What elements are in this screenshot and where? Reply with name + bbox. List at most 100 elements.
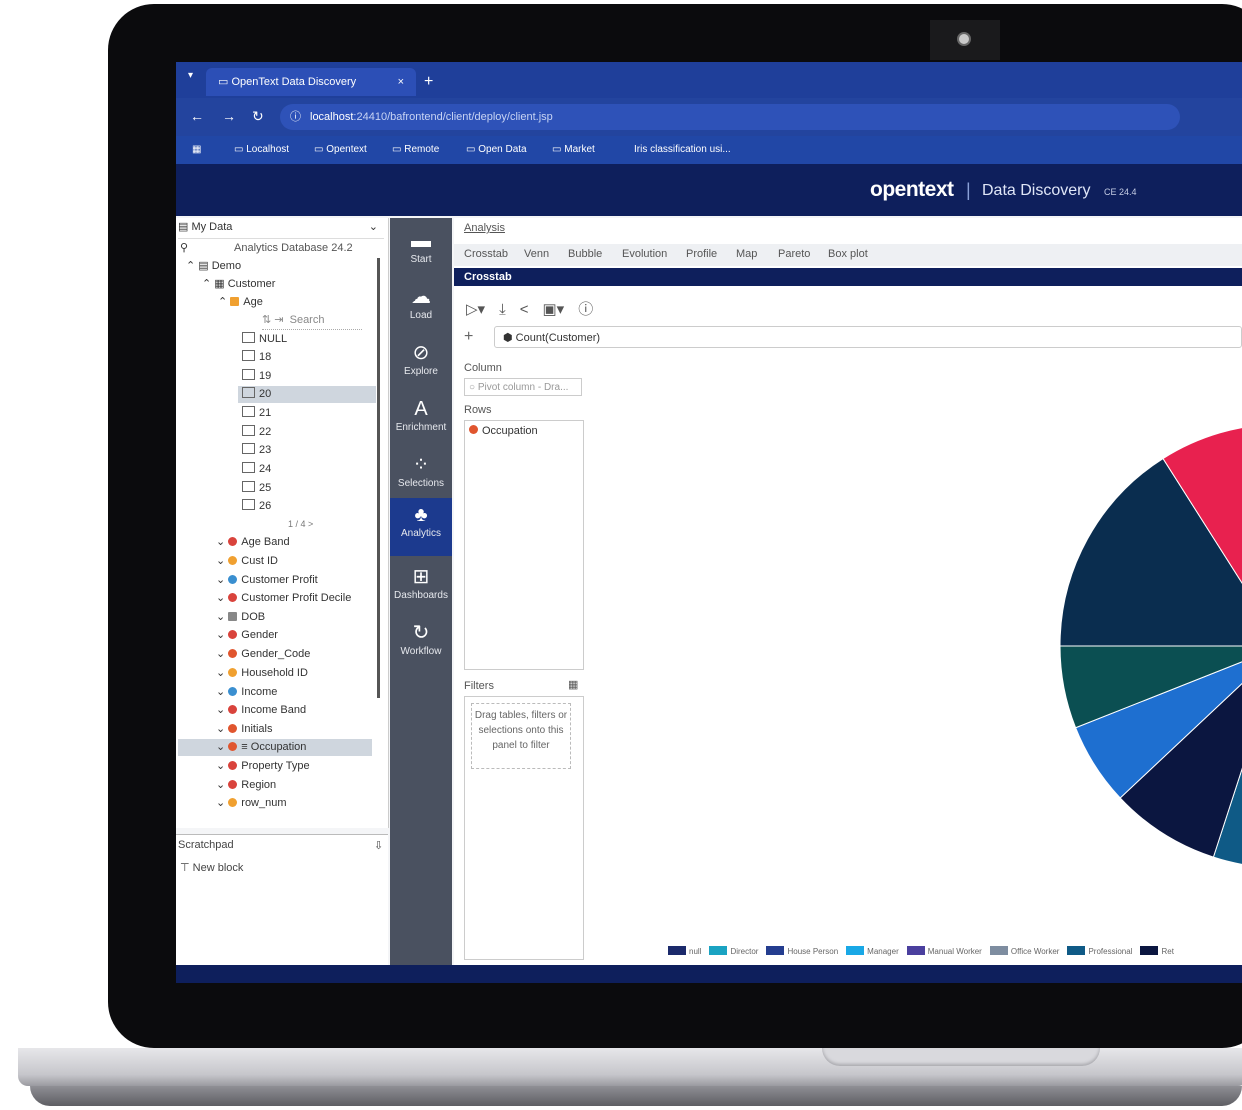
field-customer-profit-decile[interactable]: ⌄ Customer Profit Decile: [216, 590, 351, 607]
address-bar-row: ← → ↻ ⓘ localhost:24410/bafrontend/clien…: [176, 98, 1242, 136]
legend-item[interactable]: House Person: [766, 946, 838, 956]
info-icon[interactable]: ⓘ: [578, 301, 593, 318]
apps-grid-icon[interactable]: ▦: [192, 144, 201, 155]
search-icon[interactable]: ⚲: [180, 240, 188, 257]
value-search-input[interactable]: ⇅ ⇥ Search: [262, 312, 362, 330]
my-data-dropdown[interactable]: ▤ My Data ⌄: [178, 220, 384, 239]
tree-node-demo[interactable]: ⌃ ▤ Demo: [186, 258, 241, 275]
value-row[interactable]: 26: [242, 498, 271, 515]
legend-label: Director: [730, 947, 759, 956]
nav-load[interactable]: ☁ Load: [390, 280, 452, 334]
value-row[interactable]: 19: [242, 368, 271, 385]
webcam: [930, 20, 1000, 60]
legend-item[interactable]: Office Worker: [989, 946, 1059, 956]
bookmark-remote[interactable]: ▭ Remote: [392, 144, 439, 155]
field-occupation-selected[interactable]: ⌄ ≡ Occupation: [178, 739, 372, 756]
forward-icon[interactable]: →: [222, 108, 236, 124]
site-info-icon[interactable]: ⓘ: [290, 104, 301, 130]
field-region[interactable]: ⌄ Region: [216, 777, 276, 794]
tab-profile[interactable]: Profile: [686, 248, 717, 260]
field-gender[interactable]: ⌄ Gender: [216, 627, 278, 644]
legend-swatch: [1140, 946, 1159, 955]
legend-item[interactable]: null: [668, 946, 701, 956]
field-cust-id[interactable]: ⌄ Cust ID: [216, 553, 278, 570]
download-icon[interactable]: ⤓: [499, 301, 506, 318]
filters-dropzone[interactable]: Drag tables, filters or selections onto …: [464, 696, 584, 960]
browser-tab[interactable]: ▭ OpenText Data Discovery ×: [206, 68, 416, 96]
field-initials[interactable]: ⌄ Initials: [216, 721, 272, 738]
nav-explore[interactable]: ⊘ Explore: [390, 336, 452, 390]
analytics-venn-icon: ♣: [414, 504, 428, 526]
tab-venn[interactable]: Venn: [524, 248, 549, 260]
brand-logo: opentext: [870, 178, 954, 201]
rows-dropzone[interactable]: Occupation: [464, 420, 584, 670]
field-property-type[interactable]: ⌄ Property Type: [216, 758, 310, 775]
nav-start[interactable]: ▬ Start: [390, 224, 452, 278]
nav-workflow[interactable]: ↻ Workflow: [390, 616, 452, 670]
add-measure-button[interactable]: +: [464, 328, 473, 346]
pin-icon[interactable]: ⇩: [374, 839, 383, 852]
tree-node-customer[interactable]: ⌃ ▦ Customer: [202, 276, 275, 293]
laptop-underside: [30, 1086, 1242, 1106]
share-icon[interactable]: <: [520, 301, 529, 318]
field-gender-code[interactable]: ⌄ Gender_Code: [216, 646, 310, 663]
tree-node-age[interactable]: ⌃ Age: [218, 294, 263, 311]
legend-swatch: [906, 946, 925, 955]
save-icon[interactable]: ▣▾: [542, 301, 564, 318]
legend-item[interactable]: Manual Worker: [906, 946, 982, 956]
nav-enrichment[interactable]: A Enrichment: [390, 392, 452, 446]
url-field[interactable]: ⓘ localhost:24410/bafrontend/client/depl…: [280, 104, 1180, 130]
field-row-num[interactable]: ⌄ row_num: [216, 795, 287, 812]
run-icon[interactable]: ▷▾: [466, 301, 485, 318]
tree-scrollbar[interactable]: [377, 258, 380, 698]
measure-chip[interactable]: ⬢ Count(Customer): [494, 326, 1242, 348]
filter-grid-icon[interactable]: ▦: [568, 678, 578, 691]
tab-crosstab[interactable]: Crosstab: [464, 248, 508, 260]
value-row[interactable]: 24: [242, 461, 271, 478]
new-block-button[interactable]: ⊤ New block: [180, 861, 243, 874]
tab-pareto[interactable]: Pareto: [778, 248, 810, 260]
legend-item[interactable]: Director: [709, 946, 759, 956]
value-row[interactable]: 22: [242, 424, 271, 441]
nav-selections[interactable]: ⁘ Selections: [390, 448, 452, 502]
field-customer-profit[interactable]: ⌄ Customer Profit: [216, 572, 318, 589]
analysis-title[interactable]: Analysis: [464, 222, 505, 234]
legend-item[interactable]: Professional: [1067, 946, 1132, 956]
field-income-band[interactable]: ⌄ Income Band: [216, 702, 306, 719]
column-label: Column: [464, 362, 502, 374]
tab-box-plot[interactable]: Box plot: [828, 248, 868, 260]
value-row[interactable]: 25: [242, 480, 271, 497]
field-dob[interactable]: ⌄ DOB: [216, 609, 265, 626]
bookmark-market[interactable]: ▭ Market: [552, 144, 595, 155]
nav-dashboards[interactable]: ⊞ Dashboards: [390, 560, 452, 614]
selections-icon: ⁘: [412, 454, 430, 476]
tab-evolution[interactable]: Evolution: [622, 248, 667, 260]
value-row[interactable]: NULL: [242, 331, 287, 348]
nav-analytics[interactable]: ♣ Analytics: [390, 498, 452, 556]
rows-label: Rows: [464, 404, 492, 416]
reload-icon[interactable]: ↻: [252, 108, 264, 125]
value-pager[interactable]: 1 / 4 >: [288, 516, 313, 533]
bookmark-opentext[interactable]: ▭ Opentext: [314, 144, 367, 155]
legend-item[interactable]: Ret: [1140, 946, 1174, 956]
tab-close-button[interactable]: ×: [398, 68, 404, 96]
legend-item[interactable]: Manager: [846, 946, 899, 956]
row-field-chip[interactable]: Occupation: [469, 425, 538, 437]
back-icon[interactable]: ←: [190, 108, 204, 124]
field-age-band[interactable]: ⌄ Age Band: [216, 534, 290, 551]
new-tab-button[interactable]: +: [424, 68, 433, 96]
field-income[interactable]: ⌄ Income: [216, 684, 277, 701]
bookmark-iris[interactable]: Iris classification usi...: [634, 144, 731, 155]
bookmark-open-data[interactable]: ▭ Open Data: [466, 144, 527, 155]
value-row[interactable]: 23: [242, 442, 271, 459]
field-household-id[interactable]: ⌄ Household ID: [216, 665, 308, 682]
app-header: opentext | Data Discovery CE 24.4: [176, 164, 1242, 216]
value-row-selected[interactable]: 20: [238, 386, 376, 403]
bookmark-localhost[interactable]: ▭ Localhost: [234, 144, 289, 155]
value-row[interactable]: 18: [242, 349, 271, 366]
tab-bubble[interactable]: Bubble: [568, 248, 602, 260]
tab-menu-icon[interactable]: ▾: [188, 70, 193, 81]
pivot-column-dropzone[interactable]: ○ Pivot column - Dra...: [464, 378, 582, 396]
value-row[interactable]: 21: [242, 405, 271, 422]
tab-map[interactable]: Map: [736, 248, 757, 260]
